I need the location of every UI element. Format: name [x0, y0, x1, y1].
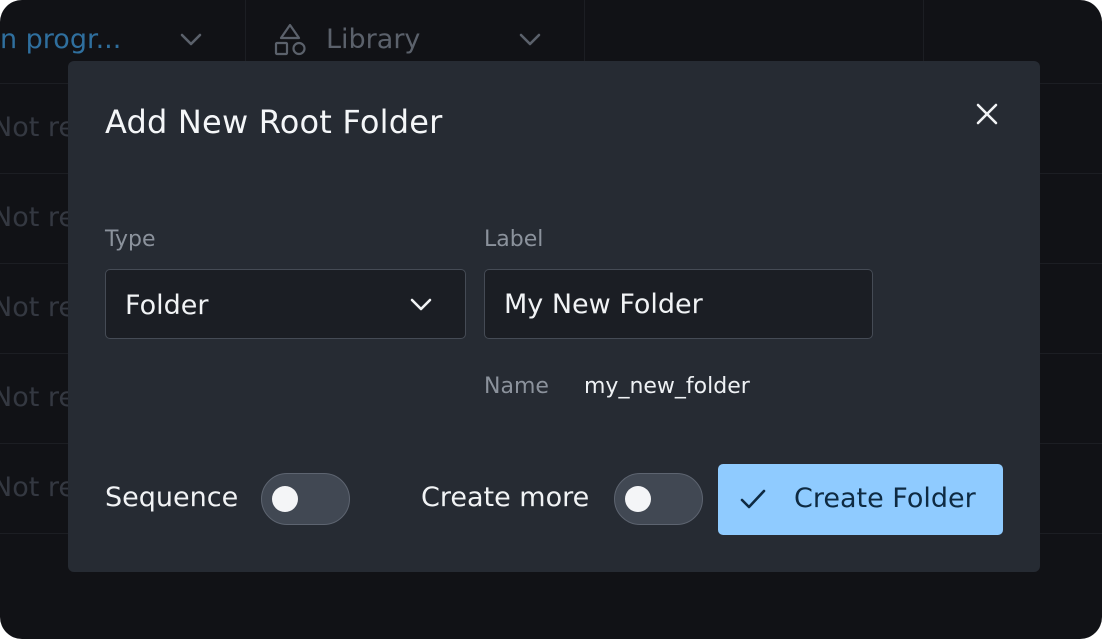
- close-button[interactable]: [968, 95, 1006, 133]
- row-status-text: Not re: [0, 382, 76, 413]
- row-status-text: Not re: [0, 472, 76, 503]
- toggle-knob: [272, 486, 298, 512]
- chevron-down-icon[interactable]: [178, 27, 204, 53]
- name-value: my_new_folder: [584, 374, 750, 399]
- type-select-value: Folder: [125, 290, 209, 321]
- status-column-filter[interactable]: In progr...: [0, 24, 121, 55]
- create-more-toggle[interactable]: [614, 473, 703, 525]
- type-select[interactable]: Folder: [105, 269, 466, 339]
- toggle-knob: [625, 486, 651, 512]
- sequence-label: Sequence: [105, 482, 239, 513]
- library-column-filter[interactable]: Library: [326, 24, 420, 55]
- sequence-toggle[interactable]: [261, 473, 350, 525]
- name-field-label: Name: [484, 374, 549, 399]
- dialog-title: Add New Root Folder: [105, 103, 443, 141]
- row-status-text: Not re: [0, 202, 76, 233]
- label-field-label: Label: [484, 227, 544, 252]
- chevron-down-icon[interactable]: [517, 27, 543, 53]
- app-window: In progr... Library Not re Not re Not re…: [0, 0, 1102, 639]
- create-more-label: Create more: [421, 482, 590, 513]
- close-icon: [976, 103, 998, 125]
- check-icon: [740, 489, 766, 509]
- type-field-label: Type: [105, 227, 156, 252]
- row-status-text: Not re: [0, 112, 76, 143]
- add-root-folder-dialog: Add New Root Folder Type Folder Label Na…: [68, 61, 1040, 572]
- row-status-text: Not re: [0, 292, 76, 323]
- label-input[interactable]: [484, 269, 873, 339]
- create-folder-button[interactable]: Create Folder: [718, 464, 1003, 535]
- create-folder-label: Create Folder: [794, 483, 976, 514]
- shapes-icon: [274, 23, 306, 56]
- chevron-down-icon: [410, 298, 432, 311]
